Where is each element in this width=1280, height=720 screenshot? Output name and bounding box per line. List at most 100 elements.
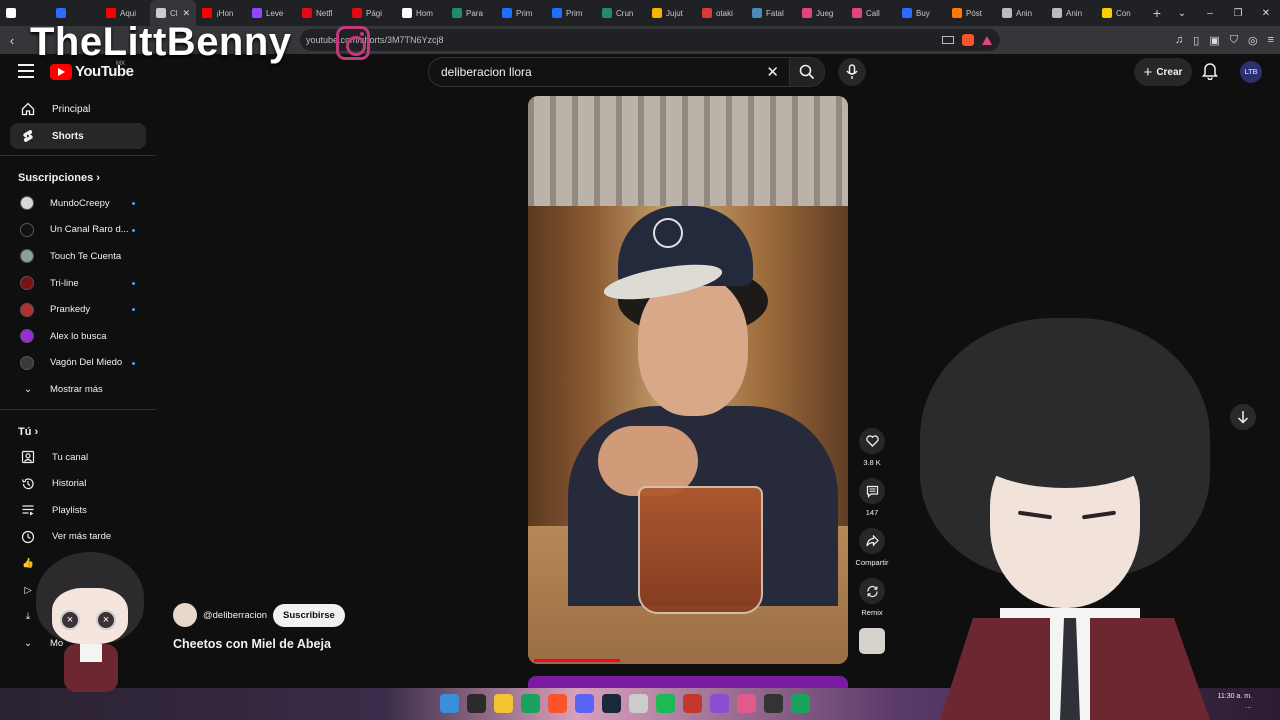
clock-icon bbox=[20, 529, 36, 545]
browser-tab[interactable]: Para bbox=[446, 0, 496, 26]
close-window-button[interactable]: ✕ bbox=[1252, 0, 1280, 26]
comments-button[interactable] bbox=[859, 478, 885, 504]
tab-title: ¡Hon bbox=[216, 8, 234, 18]
browser-tab[interactable]: Anin bbox=[1046, 0, 1096, 26]
clear-search-icon[interactable]: ✕ bbox=[766, 63, 779, 81]
subscription-item[interactable]: Prankedy bbox=[0, 296, 156, 323]
pip-icon[interactable] bbox=[942, 36, 954, 44]
taskbar-app-icon[interactable] bbox=[602, 694, 621, 713]
you-item[interactable]: Ver más tarde bbox=[0, 524, 156, 551]
browser-tab[interactable]: Prim bbox=[496, 0, 546, 26]
subscription-item[interactable]: MundoCreepy bbox=[0, 190, 156, 217]
share-button[interactable] bbox=[859, 528, 885, 554]
browser-tab[interactable]: Póst bbox=[946, 0, 996, 26]
music-icon[interactable]: ♫ bbox=[1175, 34, 1183, 46]
tab-title: Con bbox=[1116, 8, 1131, 18]
browser-tab[interactable]: Pági bbox=[346, 0, 396, 26]
browser-tab[interactable]: Prim bbox=[546, 0, 596, 26]
search-button[interactable] bbox=[789, 57, 825, 87]
brave-shield-icon[interactable] bbox=[962, 34, 974, 46]
show-more-button[interactable]: ⌄ Mostrar más bbox=[0, 376, 156, 403]
taskbar-app-icon[interactable] bbox=[629, 694, 648, 713]
browser-menu-icon[interactable]: ≡ bbox=[1268, 34, 1274, 46]
sidebar-item-principal[interactable]: Principal bbox=[10, 96, 146, 122]
channel-handle[interactable]: @deliberracion bbox=[203, 610, 267, 621]
browser-tab[interactable]: Netfl bbox=[296, 0, 346, 26]
search-input[interactable]: deliberacion llora ✕ bbox=[428, 57, 790, 87]
browser-tab[interactable]: Crun bbox=[596, 0, 646, 26]
taskbar-app-icon[interactable] bbox=[710, 694, 729, 713]
channel-avatar bbox=[20, 276, 34, 291]
divider bbox=[0, 155, 156, 156]
taskbar-app-icon[interactable] bbox=[548, 694, 567, 713]
subscription-item[interactable]: Alex lo busca bbox=[0, 323, 156, 350]
browser-tab[interactable]: otaki bbox=[696, 0, 746, 26]
tab-list-icon[interactable]: ⌄ bbox=[1168, 0, 1196, 26]
tab-title: Para bbox=[466, 8, 483, 18]
vpn-icon[interactable]: ◎ bbox=[1248, 34, 1258, 47]
taskbar-app-icon[interactable] bbox=[440, 694, 459, 713]
short-title[interactable]: Cheetos con Miel de Abeja bbox=[173, 637, 331, 651]
like-button[interactable] bbox=[859, 428, 885, 454]
subscriptions-heading[interactable]: Suscripciones › bbox=[0, 162, 156, 190]
shield-icon[interactable]: ⛉ bbox=[1230, 34, 1238, 47]
taskbar-app-icon[interactable] bbox=[467, 694, 486, 713]
channel-avatar[interactable] bbox=[173, 603, 197, 627]
search-query[interactable]: deliberacion llora bbox=[441, 65, 532, 79]
taskbar-app-icon[interactable] bbox=[737, 694, 756, 713]
sound-thumbnail[interactable] bbox=[859, 628, 885, 654]
subscription-item[interactable]: Un Canal Raro d... bbox=[0, 217, 156, 244]
you-heading[interactable]: Tú › bbox=[0, 416, 156, 444]
you-item[interactable]: Tu canal bbox=[0, 444, 156, 471]
tab-close-icon[interactable]: ✕ bbox=[182, 8, 190, 19]
notifications-button[interactable] bbox=[1202, 62, 1218, 85]
taskbar-app-icon[interactable] bbox=[764, 694, 783, 713]
url-text[interactable]: youtube.com/shorts/3M7TN6Yzcj8 bbox=[306, 35, 444, 45]
maximize-button[interactable]: ❐ bbox=[1224, 0, 1252, 26]
taskbar-app-icon[interactable] bbox=[791, 694, 810, 713]
browser-tab[interactable]: Hom bbox=[396, 0, 446, 26]
you-item[interactable]: Historial bbox=[0, 470, 156, 497]
subscription-label: Alex lo busca bbox=[50, 330, 107, 342]
subscription-item[interactable]: Touch Te Cuenta bbox=[0, 243, 156, 270]
playlist-icon bbox=[20, 502, 36, 518]
subscribe-button[interactable]: Suscribirse bbox=[273, 603, 345, 627]
browser-tab[interactable]: Buy bbox=[896, 0, 946, 26]
divider bbox=[0, 408, 156, 410]
voice-search-button[interactable] bbox=[838, 58, 866, 86]
account-avatar[interactable]: LTB bbox=[1240, 61, 1262, 83]
browser-tab[interactable]: Jujut bbox=[646, 0, 696, 26]
microphone-icon bbox=[846, 64, 858, 79]
new-content-dot bbox=[132, 361, 135, 365]
video-progress-bar[interactable] bbox=[534, 659, 621, 662]
new-tab-button[interactable]: + bbox=[1146, 5, 1168, 21]
minimize-button[interactable]: – bbox=[1196, 0, 1224, 26]
browser-tab[interactable]: Con bbox=[1096, 0, 1146, 26]
subscription-item[interactable]: Tri-line bbox=[0, 270, 156, 297]
sidebar-icon[interactable]: ▯ bbox=[1193, 34, 1199, 47]
taskbar-app-icon[interactable] bbox=[575, 694, 594, 713]
taskbar-app-icon[interactable] bbox=[494, 694, 513, 713]
wallet-icon[interactable]: ▣ bbox=[1209, 34, 1219, 47]
taskbar-app-icon[interactable] bbox=[521, 694, 540, 713]
browser-tab[interactable]: Call bbox=[846, 0, 896, 26]
browser-tab[interactable]: Jueg bbox=[796, 0, 846, 26]
menu-icon[interactable] bbox=[18, 64, 34, 78]
address-bar[interactable]: youtube.com/shorts/3M7TN6Yzcj8 bbox=[300, 29, 1000, 51]
vtuber-avatar bbox=[900, 318, 1240, 720]
remix-button[interactable] bbox=[859, 578, 885, 604]
short-video-player[interactable] bbox=[528, 96, 848, 664]
brave-rewards-icon[interactable] bbox=[982, 35, 992, 45]
taskbar-app-icon[interactable] bbox=[656, 694, 675, 713]
tab-favicon-icon bbox=[202, 8, 212, 18]
channel-avatar bbox=[20, 196, 34, 211]
create-button[interactable]: + Crear bbox=[1134, 58, 1192, 86]
back-icon[interactable]: ‹ bbox=[0, 33, 24, 48]
browser-tab[interactable]: Fatal bbox=[746, 0, 796, 26]
sidebar-item-shorts[interactable]: Shorts bbox=[10, 123, 146, 149]
share-label: Compartir bbox=[855, 558, 889, 567]
subscription-item[interactable]: Vagón Del Miedo bbox=[0, 350, 156, 377]
browser-tab[interactable]: Anin bbox=[996, 0, 1046, 26]
taskbar-app-icon[interactable] bbox=[683, 694, 702, 713]
you-item[interactable]: Playlists bbox=[0, 497, 156, 524]
